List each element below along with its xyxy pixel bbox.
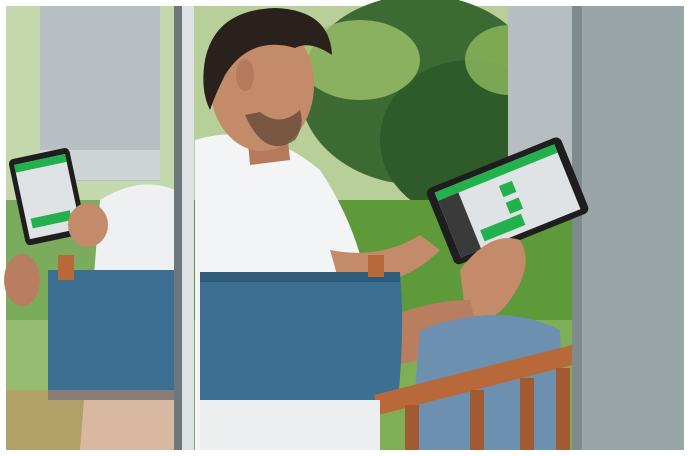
photo-illustration bbox=[0, 0, 690, 456]
man-ear bbox=[236, 59, 254, 91]
glass-frame-light bbox=[182, 6, 194, 450]
photo-scene bbox=[0, 0, 690, 456]
reflected-hand bbox=[68, 203, 108, 247]
glass-frame-dark bbox=[174, 6, 182, 450]
chair-leg-2 bbox=[470, 390, 484, 450]
chair-canvas-back bbox=[200, 272, 403, 400]
chair-post bbox=[368, 255, 384, 277]
reflected-chair-post bbox=[58, 255, 74, 280]
man-shirt-lower bbox=[200, 400, 380, 450]
right-pillar-front bbox=[572, 6, 684, 450]
reflected-chair-canvas bbox=[48, 270, 176, 400]
reflected-hand-2 bbox=[4, 254, 40, 306]
chair-leg-3 bbox=[520, 378, 534, 450]
photo-frame bbox=[4, 0, 684, 451]
chair-leg-1 bbox=[405, 405, 419, 450]
chair-leg-4 bbox=[556, 368, 570, 450]
reflected-chair-wood bbox=[6, 390, 176, 450]
right-pillar-edge bbox=[572, 6, 582, 450]
